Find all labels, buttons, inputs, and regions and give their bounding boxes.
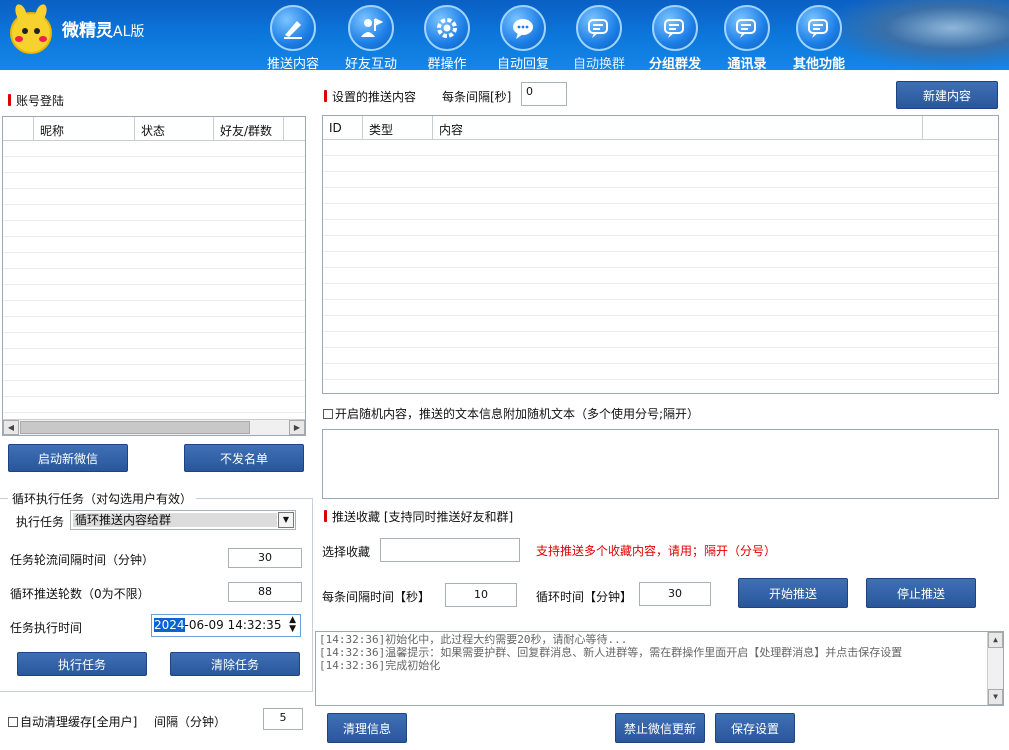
push-title: 设置的推送内容 [324, 88, 416, 105]
pikachu-logo-icon [10, 2, 52, 54]
nav-auto-switch-group[interactable]: 自动换群 [562, 2, 636, 72]
nav-label: 推送内容 [266, 57, 319, 72]
scroll-thumb[interactable] [20, 421, 250, 434]
rounds-label: 循环推送轮数（0为不限） [10, 587, 150, 601]
interval-label: 任务轮流间隔时间（分钟） [10, 553, 155, 567]
log-line: [14:32:36]温馨提示：如果需要护群、回复群消息、新人进群等，需在群操作里… [319, 646, 903, 659]
rounds-input[interactable]: 88 [228, 582, 302, 602]
chat-double-icon [576, 5, 622, 51]
scroll-right-icon[interactable]: ▶ [289, 420, 305, 435]
chat-double-icon [652, 5, 698, 51]
push-gap-label: 每条间隔[秒] [442, 90, 512, 104]
nav-group-broadcast[interactable]: 分组群发 [638, 2, 712, 72]
favorites-gap-label: 每条间隔时间【秒】 [322, 590, 431, 604]
column-header[interactable]: ID [323, 116, 363, 139]
clear-info-button[interactable]: 清理信息 [327, 713, 407, 743]
log-line: [14:32:36]初始化中，此过程大约需要20秒，请耐心等待... [319, 633, 628, 646]
chevron-down-icon[interactable]: ▼ [278, 512, 294, 528]
chat-double-icon [724, 5, 770, 51]
checkbox-icon[interactable] [323, 409, 333, 419]
nav-label: 自动回复 [496, 57, 549, 72]
random-content-checkbox[interactable]: 开启随机内容，推送的文本信息附加随机文本（多个使用分号;隔开） [323, 405, 699, 422]
task-select[interactable]: 循环推送内容给群 ▼ [70, 510, 296, 530]
favorites-title: 推送收藏 [支持同时推送好友和群] [324, 508, 513, 525]
column-header[interactable]: 内容 [433, 116, 923, 139]
column-header[interactable]: 昵称 [34, 117, 135, 140]
cycle-time-label: 循环时间【分钟】 [536, 590, 633, 604]
column-header[interactable]: 类型 [363, 116, 433, 139]
accounts-title: 账号登陆 [8, 92, 64, 109]
nav-group-ops[interactable]: 群操作 [410, 2, 484, 72]
new-content-button[interactable]: 新建内容 [896, 81, 998, 109]
disable-wechat-update-button[interactable]: 禁止微信更新 [615, 713, 705, 743]
nav-friend-interact[interactable]: 好友互动 [334, 2, 408, 72]
gear-icon [424, 5, 470, 51]
time-label: 任务执行时间 [10, 621, 83, 635]
select-favorite-input[interactable] [380, 538, 520, 562]
nav-label: 通讯录 [727, 57, 767, 72]
scroll-up-icon[interactable]: ▲ [988, 632, 1003, 648]
nav-label: 自动换群 [572, 57, 625, 72]
cycle-time-input[interactable]: 30 [639, 582, 711, 606]
vertical-scrollbar[interactable]: ▲ ▼ [987, 632, 1003, 705]
nav-push-content[interactable]: 推送内容 [256, 2, 330, 72]
push-gap-input[interactable]: 0 [521, 82, 567, 106]
scroll-down-icon[interactable]: ▼ [988, 689, 1003, 705]
spin-updown-icon[interactable]: ▲ ▼ [289, 616, 296, 634]
no-send-list-button[interactable]: 不发名单 [184, 444, 304, 472]
accounts-table[interactable]: 昵称 状态 好友/群数 ◀ ▶ [2, 116, 306, 436]
chat-bubble-icon [500, 5, 546, 51]
log-line: [14:32:36]完成初始化 [319, 659, 441, 672]
nav-label: 其他功能 [792, 57, 845, 72]
auto-clear-cache-checkbox[interactable]: 自动清理缓存[全用户] [8, 713, 137, 730]
favorites-gap-input[interactable]: 10 [445, 583, 517, 607]
execute-task-button[interactable]: 执行任务 [17, 652, 147, 676]
start-push-button[interactable]: 开始推送 [738, 578, 848, 608]
random-text-area[interactable] [322, 429, 999, 499]
column-header[interactable]: 状态 [135, 117, 214, 140]
stop-push-button[interactable]: 停止推送 [866, 578, 976, 608]
nav-label: 群操作 [427, 57, 467, 72]
datetime-picker[interactable]: 2024-06-09 14:32:35 ▲ ▼ [151, 614, 301, 637]
table-rows [323, 140, 998, 393]
save-settings-button[interactable]: 保存设置 [715, 713, 795, 743]
clear-task-button[interactable]: 清除任务 [170, 652, 300, 676]
cache-interval-label: 间隔（分钟） [154, 715, 227, 729]
select-favorite-label: 选择收藏 [322, 545, 371, 559]
app-title: 微精灵AL版 [62, 21, 145, 41]
column-header[interactable]: 好友/群数 [214, 117, 284, 140]
interval-input[interactable]: 30 [228, 548, 302, 568]
nav-label: 好友互动 [344, 57, 397, 72]
checkbox-icon[interactable] [8, 717, 18, 727]
pen-icon [270, 5, 316, 51]
nav-other-functions[interactable]: 其他功能 [782, 2, 856, 72]
horizontal-scrollbar[interactable]: ◀ ▶ [3, 419, 305, 435]
task-label: 执行任务 [16, 515, 65, 529]
chat-double-icon [796, 5, 842, 51]
log-panel[interactable]: [14:32:36]初始化中，此过程大约需要20秒，请耐心等待... [14:3… [315, 631, 1004, 706]
scroll-left-icon[interactable]: ◀ [3, 420, 19, 435]
nav-auto-reply[interactable]: 自动回复 [486, 2, 560, 72]
favorites-hint: 支持推送多个收藏内容，请用；隔开（分号） [536, 544, 777, 558]
user-flag-icon [348, 5, 394, 51]
nav-label: 分组群发 [648, 57, 701, 72]
nav-contacts[interactable]: 通讯录 [710, 2, 784, 72]
loop-task-legend: 循环执行任务（对勾选用户有效） [12, 492, 193, 506]
start-wechat-button[interactable]: 启动新微信 [8, 444, 128, 472]
push-content-table[interactable]: ID 类型 内容 [322, 115, 999, 394]
cache-interval-input[interactable]: 5 [263, 708, 303, 730]
table-rows [3, 141, 305, 419]
